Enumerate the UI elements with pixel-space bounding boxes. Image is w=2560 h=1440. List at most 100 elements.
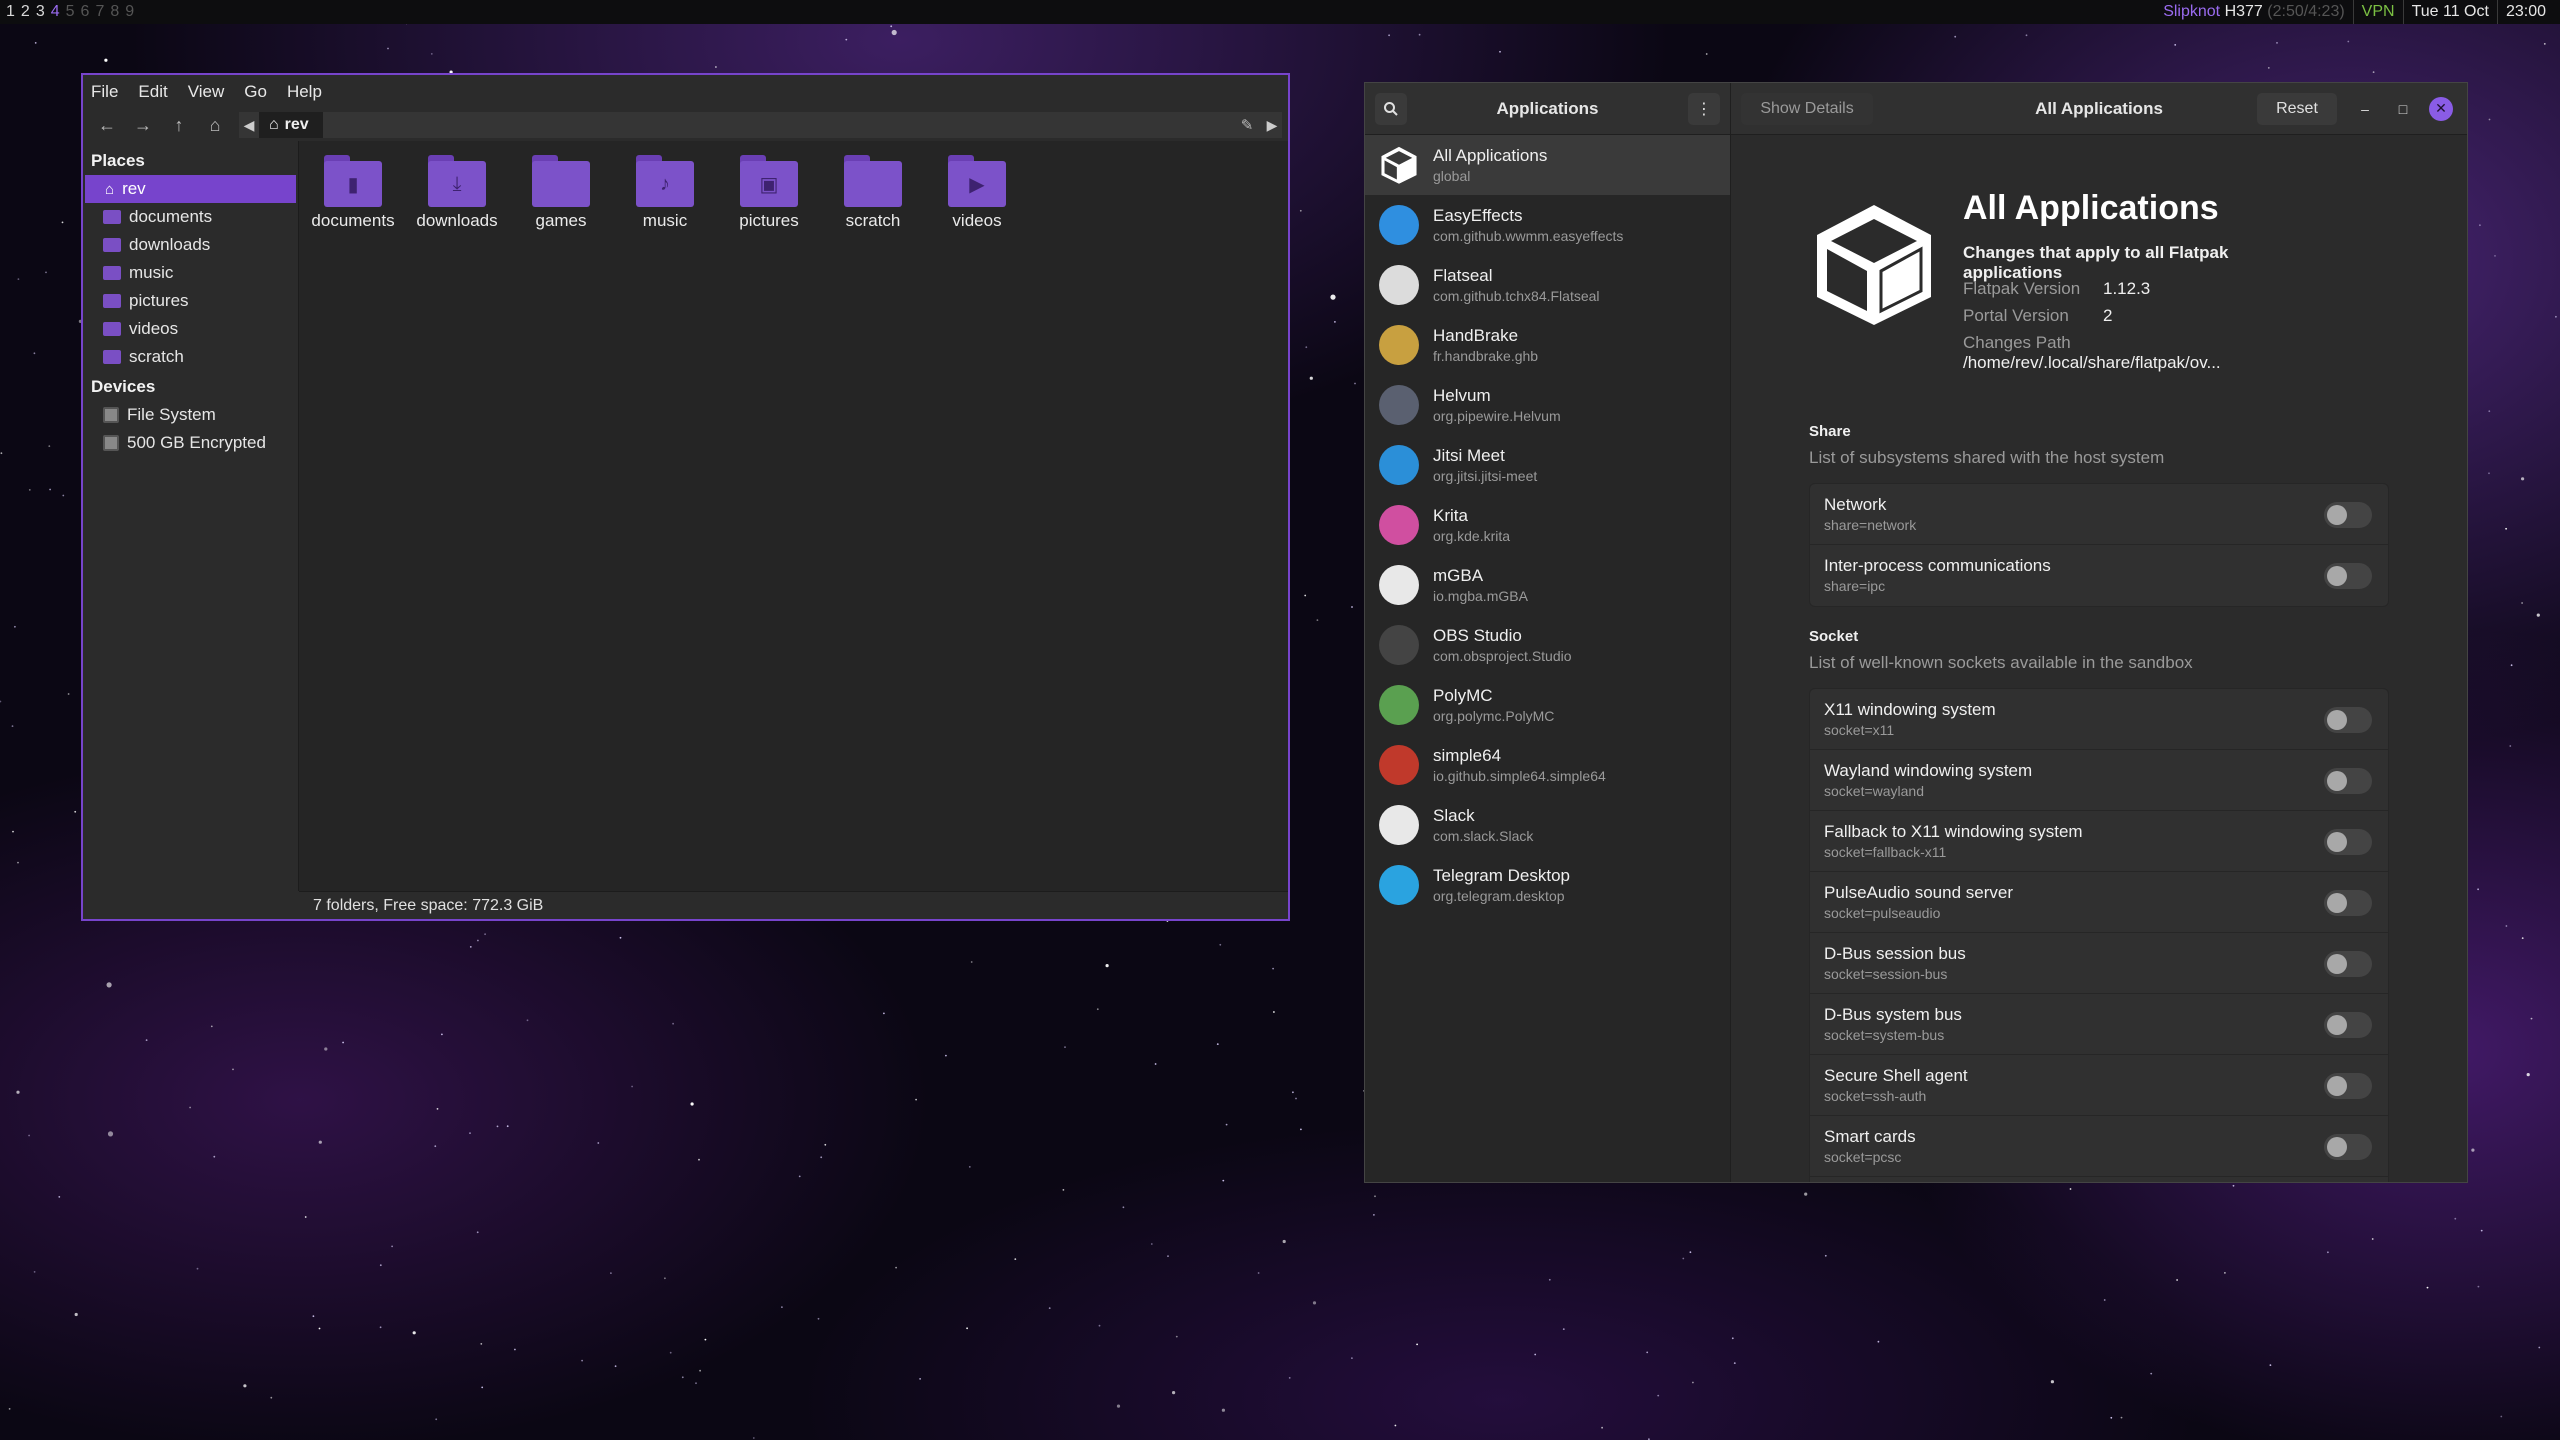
star bbox=[1272, 967, 1274, 970]
app-item[interactable]: Helvum org.pipewire.Helvum bbox=[1365, 375, 1730, 435]
permission-toggle[interactable] bbox=[2324, 502, 2372, 528]
app-name: Slack bbox=[1433, 806, 1475, 825]
places-list: ⌂ rev documents downloads music pictures video… bbox=[83, 175, 298, 371]
star bbox=[1351, 1357, 1353, 1359]
sidebar-item-label: videos bbox=[129, 319, 179, 338]
sidebar-item-documents[interactable]: documents bbox=[83, 203, 298, 231]
folder-scratch[interactable]: scratch bbox=[823, 155, 923, 231]
pencil-edit-icon[interactable]: ✎ bbox=[1232, 112, 1262, 138]
menu-help[interactable]: Help bbox=[287, 82, 322, 102]
sidebar-item-device[interactable]: 500 GB Encrypted bbox=[83, 429, 298, 457]
app-item[interactable]: Slack com.slack.Slack bbox=[1365, 795, 1730, 855]
permission-toggle[interactable] bbox=[2324, 1073, 2372, 1099]
permission-toggle[interactable] bbox=[2324, 1134, 2372, 1160]
kebab-menu-icon[interactable]: ⋮ bbox=[1688, 92, 1720, 125]
app-item[interactable]: Jitsi Meet org.jitsi.jitsi-meet bbox=[1365, 435, 1730, 495]
permission-toggle[interactable] bbox=[2324, 1012, 2372, 1038]
permission-toggle[interactable] bbox=[2324, 563, 2372, 589]
application-list: All Applications global EasyEffects com.git… bbox=[1365, 135, 1731, 1182]
permission-title: D-Bus system bus bbox=[1824, 1005, 1962, 1024]
home-icon[interactable]: ⌂ bbox=[197, 111, 233, 139]
app-name: Flatseal bbox=[1433, 266, 1493, 285]
permission-toggle[interactable] bbox=[2324, 890, 2372, 916]
sidebar-item-videos[interactable]: videos bbox=[83, 315, 298, 343]
app-name: mGBA bbox=[1433, 566, 1484, 585]
date-indicator[interactable]: Tue 11 Oct bbox=[2402, 0, 2497, 24]
app-item[interactable]: mGBA io.mgba.mGBA bbox=[1365, 555, 1730, 615]
star bbox=[17, 278, 20, 280]
maximize-icon[interactable]: □ bbox=[2391, 97, 2415, 121]
star bbox=[34, 42, 37, 44]
vpn-indicator[interactable]: VPN bbox=[2352, 0, 2403, 24]
app-item[interactable]: Krita org.kde.krita bbox=[1365, 495, 1730, 555]
sidebar-item-rev[interactable]: ⌂ rev bbox=[85, 175, 296, 203]
workspace-8[interactable]: 8 bbox=[110, 0, 119, 24]
app-item[interactable]: HandBrake fr.handbrake.ghb bbox=[1365, 315, 1730, 375]
folder-body: ▮ bbox=[324, 161, 382, 207]
path-scroll-left-icon[interactable]: ◀ bbox=[239, 112, 259, 138]
sidebar-item-scratch[interactable]: scratch bbox=[83, 343, 298, 371]
drive-icon bbox=[103, 435, 119, 451]
socket-section-title: Socket bbox=[1809, 628, 1859, 645]
close-icon[interactable]: ✕ bbox=[2429, 96, 2453, 121]
sidebar-heading-devices: Devices bbox=[91, 377, 156, 396]
app-item[interactable]: simple64 io.github.simple64.simple64 bbox=[1365, 735, 1730, 795]
app-item[interactable]: Telegram Desktop org.telegram.desktop bbox=[1365, 855, 1730, 915]
back-arrow-icon[interactable]: ← bbox=[89, 111, 125, 139]
reset-button[interactable]: Reset bbox=[2257, 92, 2337, 125]
sidebar-item-pictures[interactable]: pictures bbox=[83, 287, 298, 315]
menu-edit[interactable]: Edit bbox=[138, 82, 167, 102]
workspace-7[interactable]: 7 bbox=[95, 0, 104, 24]
sidebar-item-music[interactable]: music bbox=[83, 259, 298, 287]
star bbox=[2521, 937, 2524, 939]
app-item[interactable]: EasyEffects com.github.wwmm.easyeffects bbox=[1365, 195, 1730, 255]
minimize-icon[interactable]: – bbox=[2353, 97, 2377, 121]
now-playing[interactable]: Slipknot H377 (2:50/4:23) bbox=[2155, 0, 2352, 24]
workspace-5[interactable]: 5 bbox=[66, 0, 75, 24]
sidebar-item-downloads[interactable]: downloads bbox=[83, 231, 298, 259]
search-icon[interactable] bbox=[1375, 92, 1407, 125]
path-scroll-right-icon[interactable]: ▶ bbox=[1262, 112, 1282, 138]
folder-icon bbox=[103, 350, 121, 364]
sidebar-item-device[interactable]: File System bbox=[83, 401, 298, 429]
permission-row: Smart cards socket=pcsc bbox=[1810, 1116, 2388, 1177]
star bbox=[1172, 1391, 1176, 1395]
workspace-4[interactable]: 4 bbox=[51, 0, 60, 24]
app-item[interactable]: Flatseal com.github.tchx84.Flatseal bbox=[1365, 255, 1730, 315]
app-item[interactable]: All Applications global bbox=[1365, 135, 1730, 195]
folder-music[interactable]: ♪ music bbox=[615, 155, 715, 231]
menu-go[interactable]: Go bbox=[244, 82, 267, 102]
up-arrow-icon[interactable]: ↑ bbox=[161, 111, 197, 139]
app-item[interactable]: OBS Studio com.obsproject.Studio bbox=[1365, 615, 1730, 675]
menu-file[interactable]: File bbox=[91, 82, 118, 102]
workspace-3[interactable]: 3 bbox=[36, 0, 45, 24]
permission-toggle[interactable] bbox=[2324, 829, 2372, 855]
folder-documents[interactable]: ▮ documents bbox=[303, 155, 403, 231]
path-crumb-current[interactable]: ⌂ rev bbox=[259, 112, 323, 138]
folder-videos[interactable]: ▶ videos bbox=[927, 155, 1027, 231]
menu-view[interactable]: View bbox=[188, 82, 225, 102]
folder-downloads[interactable]: ⤓ downloads bbox=[407, 155, 507, 231]
star bbox=[704, 1338, 707, 1341]
permission-toggle[interactable] bbox=[2324, 707, 2372, 733]
star bbox=[669, 1351, 672, 1354]
app-name: simple64 bbox=[1433, 746, 1502, 765]
app-item[interactable]: PolyMC org.polymc.PolyMC bbox=[1365, 675, 1730, 735]
folder-pictures[interactable]: ▣ pictures bbox=[719, 155, 819, 231]
workspace-2[interactable]: 2 bbox=[21, 0, 30, 24]
workspace-1[interactable]: 1 bbox=[6, 0, 15, 24]
folder-games[interactable]: games bbox=[511, 155, 611, 231]
permission-toggle[interactable] bbox=[2324, 951, 2372, 977]
headerbar-left: Applications ⋮ bbox=[1365, 83, 1731, 134]
details-title: All Applications bbox=[1963, 189, 2219, 227]
app-id: com.obsproject.Studio bbox=[1433, 648, 1572, 664]
show-details-button[interactable]: Show Details bbox=[1741, 92, 1873, 125]
star bbox=[798, 1175, 801, 1178]
folder-view[interactable]: ▮ documents ⤓ downloads games ♪ music ▣ pictures… bbox=[299, 141, 1288, 891]
workspace-9[interactable]: 9 bbox=[125, 0, 134, 24]
clock[interactable]: 23:00 bbox=[2496, 0, 2554, 24]
folder-label: games bbox=[535, 211, 587, 230]
permission-toggle[interactable] bbox=[2324, 768, 2372, 794]
forward-arrow-icon[interactable]: → bbox=[125, 111, 161, 139]
workspace-6[interactable]: 6 bbox=[81, 0, 90, 24]
